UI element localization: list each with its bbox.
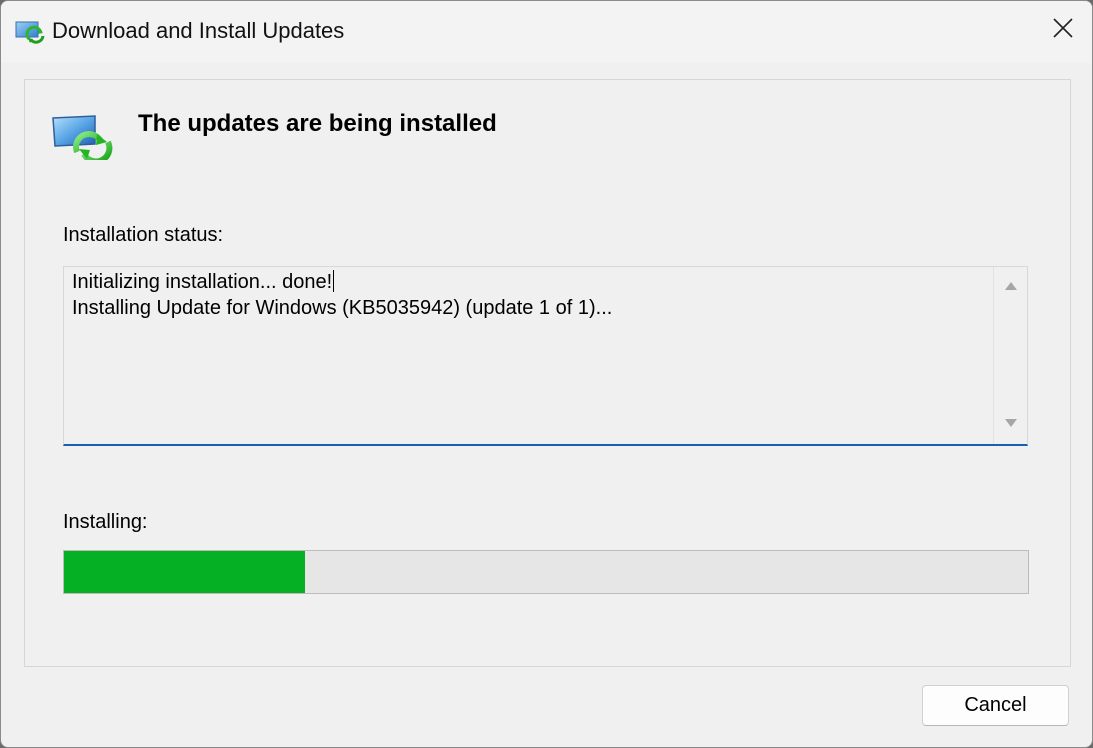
text-caret [333,270,335,292]
header-title: The updates are being installed [138,110,497,137]
installation-status-textbox[interactable]: Initializing installation... done! Insta… [63,266,1028,446]
window-title: Download and Install Updates [52,18,345,43]
progress-fill [64,551,305,593]
cancel-button[interactable]: Cancel [922,685,1069,726]
triangle-up-icon [1005,277,1017,295]
update-dialog-window: Download and Install Updates The updates… [0,0,1093,748]
installation-status-label: Installation status: [63,224,224,246]
triangle-down-icon [1005,414,1017,432]
progress-label: Installing: [63,511,148,533]
scroll-down-button[interactable] [994,408,1028,438]
windows-update-icon [15,20,47,44]
windows-update-icon [51,112,115,165]
install-progress-bar [63,550,1029,594]
scroll-up-button[interactable] [994,271,1028,301]
close-button[interactable] [1034,1,1092,59]
close-icon [1052,17,1074,44]
title-bar: Download and Install Updates [1,1,1092,63]
status-line: Initializing installation... done! [72,270,335,293]
status-log: Initializing installation... done! Insta… [72,269,987,321]
content-panel: The updates are being installed Installa… [24,79,1071,667]
status-line: Installing Update for Windows (KB5035942… [72,297,613,319]
vertical-scrollbar[interactable] [993,267,1027,444]
